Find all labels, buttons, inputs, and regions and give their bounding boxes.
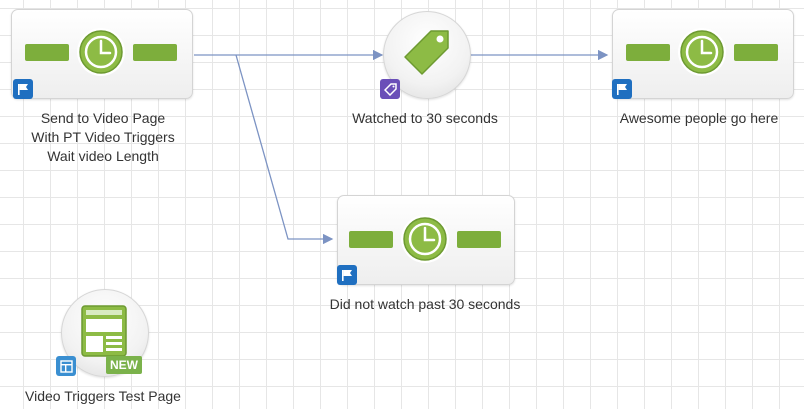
node-label: Did not watch past 30 seconds (329, 296, 521, 312)
wait-timer-icon (25, 28, 177, 76)
node-label: Video Triggers Test Page (25, 388, 181, 404)
wait-timer-icon (349, 215, 501, 263)
flag-icon (612, 79, 632, 99)
page-badge-icon (56, 356, 76, 376)
node-label: Watched to 30 seconds (352, 110, 498, 126)
new-badge: NEW (106, 356, 142, 374)
tag-icon (404, 30, 449, 75)
flag-icon (13, 79, 33, 99)
flag-icon (337, 265, 357, 285)
node-label: Awesome people go here (619, 110, 779, 126)
tag-badge-icon (380, 79, 400, 99)
connector-send-to-not-watched (235, 54, 334, 245)
wait-timer-icon (626, 28, 778, 76)
node-label: Send to Video Page With PT Video Trigger… (31, 110, 175, 164)
landing-page-icon (81, 305, 127, 357)
